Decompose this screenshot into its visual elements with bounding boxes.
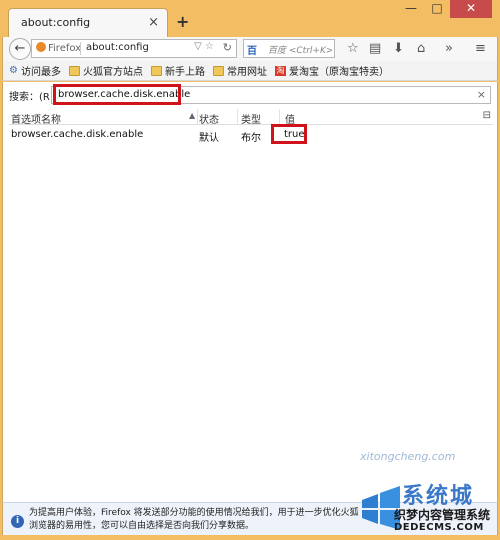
column-type-header[interactable]: 类型 [241, 111, 261, 126]
url-divider [80, 42, 81, 55]
watermark-site-url: DEDECMS.COM [394, 522, 484, 533]
navigation-toolbar: ← Firefox about:config ▽ ☆ ↻ 百 百度 <Ctrl+… [2, 37, 498, 61]
bookmarks-toolbar: ⚙ 访问最多 火狐官方站点 新手上路 常用网址 淘爱淘宝（原淘宝特卖） [2, 61, 498, 81]
star-icon[interactable]: ☆ [347, 41, 359, 56]
filter-highlight-box [53, 84, 181, 105]
firefox-icon [36, 42, 46, 52]
url-dropdown-icon[interactable]: ▽ ☆ [194, 41, 214, 52]
search-placeholder: 百度 <Ctrl+K> [268, 46, 332, 56]
home-icon[interactable]: ⌂ [417, 41, 425, 56]
bookmark-common-sites[interactable]: 常用网址 [212, 63, 267, 78]
new-tab-button[interactable]: + [176, 12, 189, 31]
value-highlight-box [271, 124, 307, 144]
close-tab-icon[interactable]: × [148, 15, 159, 30]
bookmark-getting-started[interactable]: 新手上路 [150, 63, 205, 78]
search-engine-icon[interactable]: 百 [247, 42, 257, 57]
watermark: xitongcheng.com 系统城 织梦内容管理系统 DEDECMS.COM [358, 450, 498, 538]
column-divider[interactable] [279, 109, 280, 124]
folder-icon [68, 65, 80, 76]
close-window-button[interactable]: ✕ [450, 0, 492, 18]
info-icon: i [11, 515, 24, 528]
maximize-button[interactable]: □ [424, 0, 450, 18]
column-name-header[interactable]: 首选项名称 [11, 111, 61, 126]
minimize-button[interactable]: — [398, 0, 424, 18]
tab-title: about:config [21, 16, 91, 29]
identity-badge[interactable]: Firefox [36, 42, 81, 54]
column-picker-icon[interactable]: ⊟ [483, 110, 491, 121]
notification-text: 为提高用户体验，Firefox 将发送部分功能的使用情况给我们，用于进一步优化火… [29, 508, 359, 531]
bookmark-most-visited[interactable]: ⚙ 访问最多 [9, 63, 61, 78]
pref-type: 布尔 [241, 133, 261, 144]
about-config-page: 搜索：(R) browser.cache.disk.enable × 首选项名称… [2, 82, 498, 502]
url-bar[interactable]: Firefox about:config ▽ ☆ ↻ [31, 39, 237, 58]
column-divider[interactable] [197, 109, 198, 124]
browser-window: about:config × + — □ ✕ ← Firefox about:c… [0, 0, 500, 540]
filter-label: 搜索：(R) [9, 92, 54, 103]
menu-icon[interactable]: ≡ [475, 41, 486, 56]
watermark-brand-en: xitongcheng.com [360, 450, 456, 463]
url-text[interactable]: about:config [86, 42, 149, 53]
column-status-header[interactable]: 状态 [199, 111, 219, 126]
bookmarks-list-icon[interactable]: ▤ [369, 41, 381, 56]
reload-icon[interactable]: ↻ [223, 41, 232, 54]
back-button[interactable]: ← [9, 38, 31, 60]
download-icon[interactable]: ⬇ [393, 41, 404, 56]
tab-about-config[interactable]: about:config × [8, 8, 168, 38]
column-header: 首选项名称 ▲ 状态 类型 值 ⊟ [9, 109, 493, 126]
identity-label: Firefox [48, 43, 82, 54]
pref-name: browser.cache.disk.enable [11, 129, 144, 140]
column-divider[interactable] [237, 109, 238, 124]
folder-icon [150, 65, 162, 76]
table-row[interactable]: browser.cache.disk.enable 默认 布尔 true [9, 127, 493, 144]
bookmark-taobao[interactable]: 淘爱淘宝（原淘宝特卖） [274, 63, 389, 78]
overflow-icon[interactable]: » [445, 41, 453, 56]
bookmark-firefox-official[interactable]: 火狐官方站点 [68, 63, 143, 78]
window-controls: — □ ✕ [398, 0, 492, 18]
pref-status: 默认 [199, 133, 219, 144]
sort-ascending-icon: ▲ [189, 111, 196, 120]
search-bar[interactable]: 百 百度 <Ctrl+K> [243, 39, 335, 58]
taobao-icon: 淘 [274, 65, 286, 76]
watermark-site-cn: 织梦内容管理系统 [394, 508, 491, 522]
gear-icon: ⚙ [9, 65, 18, 76]
folder-icon [212, 65, 224, 76]
clear-filter-icon[interactable]: × [477, 88, 486, 101]
